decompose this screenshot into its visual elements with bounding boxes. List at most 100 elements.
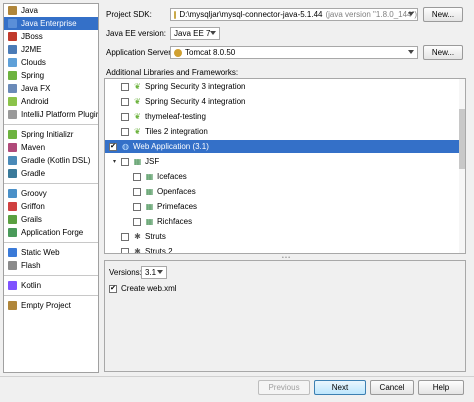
versions-label: Versions: xyxy=(109,268,142,277)
create-webxml-checkbox[interactable]: ✔ xyxy=(109,284,117,293)
framework-label: Openfaces xyxy=(157,187,196,196)
sidebar-separator xyxy=(4,180,98,184)
sidebar-item-label: Java FX xyxy=(21,84,51,93)
framework-checkbox[interactable] xyxy=(121,232,129,241)
framework-row-thymeleaf-testing[interactable]: ❦ thymeleaf-testing xyxy=(105,110,206,123)
versions-value: 3.1 xyxy=(145,268,157,277)
sidebar-item-label: J2ME xyxy=(21,45,42,54)
jsf-lib-icon: ▦ xyxy=(145,187,154,196)
sidebar-item-android[interactable]: Android xyxy=(4,95,98,108)
sidebar-item-java[interactable]: Java xyxy=(4,4,98,17)
javaee-version-label: Java EE version: xyxy=(106,29,167,38)
sidebar-item-label: Empty Project xyxy=(21,301,71,310)
framework-label: Web Application (3.1) xyxy=(133,142,209,151)
javaee-version-value: Java EE 7 xyxy=(174,29,211,38)
sidebar-item-grails[interactable]: Grails xyxy=(4,213,98,226)
framework-row-primefaces[interactable]: ▦ Primefaces xyxy=(105,200,197,213)
framework-label: Struts xyxy=(145,232,166,241)
previous-button[interactable]: Previous xyxy=(258,380,310,395)
sidebar-separator xyxy=(4,272,98,276)
sidebar-item-flash[interactable]: Flash xyxy=(4,259,98,272)
framework-label: JSF xyxy=(145,157,160,166)
framework-row-struts-2[interactable]: ✱ Struts 2 xyxy=(105,245,173,254)
framework-checkbox[interactable] xyxy=(121,82,129,91)
chevron-down-icon xyxy=(408,12,414,16)
sidebar-item-kotlin[interactable]: Kotlin xyxy=(4,279,98,292)
sidebar-item-static-web[interactable]: Static Web xyxy=(4,246,98,259)
sidebar-item-label: Android xyxy=(21,97,49,106)
sidebar-item-application-forge[interactable]: Application Forge xyxy=(4,226,98,239)
framework-checkbox[interactable] xyxy=(133,202,141,211)
framework-checkbox[interactable] xyxy=(133,187,141,196)
create-webxml-row[interactable]: ✔ Create web.xml xyxy=(109,284,177,293)
sidebar-item-groovy[interactable]: Groovy xyxy=(4,187,98,200)
tree-scrollbar-thumb[interactable] xyxy=(459,109,465,169)
sidebar-item-clouds[interactable]: Clouds xyxy=(4,56,98,69)
sidebar-item-gradle-kotlin-dsl[interactable]: Gradle (Kotlin DSL) xyxy=(4,154,98,167)
sidebar-item-gradle[interactable]: Gradle xyxy=(4,167,98,180)
versions-combo[interactable]: 3.1 xyxy=(141,266,167,279)
tree-scrollbar[interactable] xyxy=(459,79,465,253)
gradle-icon xyxy=(8,169,17,178)
framework-row-struts[interactable]: ✱ Struts xyxy=(105,230,166,243)
sidebar-item-java-fx[interactable]: Java FX xyxy=(4,82,98,95)
framework-label: Primefaces xyxy=(157,202,198,211)
framework-row-spring-security-3-integration[interactable]: ❦ Spring Security 3 integration xyxy=(105,80,246,93)
frameworks-tree[interactable]: ❦ Spring Security 3 integration ❦ Spring Se… xyxy=(104,78,466,254)
cloud-icon xyxy=(8,58,17,67)
framework-row-web-application-3-1[interactable]: ✔ ◍ Web Application (3.1) xyxy=(105,140,459,153)
tomcat-icon xyxy=(174,48,182,57)
spring-icon xyxy=(8,71,17,80)
help-button[interactable]: Help xyxy=(418,380,464,395)
struts-icon: ✱ xyxy=(134,247,141,254)
project-sdk-combo[interactable]: D:\mysqljar\mysql-connector-java-5.1.44 … xyxy=(170,8,418,21)
javaee-version-combo[interactable]: Java EE 7 xyxy=(170,27,220,40)
chevron-down-icon xyxy=(157,270,163,274)
framework-label: Spring Security 4 integration xyxy=(145,97,246,106)
framework-row-tiles-2-integration[interactable]: ❦ Tiles 2 integration xyxy=(105,125,208,138)
sidebar-item-jboss[interactable]: JBoss xyxy=(4,30,98,43)
framework-row-jsf[interactable]: ▾ ▦ JSF xyxy=(105,155,159,168)
framework-checkbox[interactable] xyxy=(121,127,129,136)
sidebar-item-java-enterprise[interactable]: Java Enterprise xyxy=(4,17,98,30)
sidebar-item-label: Gradle xyxy=(21,169,46,178)
sdk-version: (java version "1.8.0_144") xyxy=(325,10,417,19)
new-server-button[interactable]: New... xyxy=(423,45,463,60)
sidebar-item-spring-initializr[interactable]: Spring Initializr xyxy=(4,128,98,141)
sidebar-item-maven[interactable]: Maven xyxy=(4,141,98,154)
sidebar-item-label: Clouds xyxy=(21,58,46,67)
jsf-icon: ▦ xyxy=(133,157,142,166)
framework-row-richfaces[interactable]: ▦ Richfaces xyxy=(105,215,192,228)
folder-icon xyxy=(8,6,17,15)
framework-row-icefaces[interactable]: ▦ Icefaces xyxy=(105,170,187,183)
framework-checkbox[interactable]: ✔ xyxy=(109,142,117,151)
sidebar-item-j2me[interactable]: J2ME xyxy=(4,43,98,56)
sidebar-item-label: Grails xyxy=(21,215,42,224)
sidebar-item-label: Gradle (Kotlin DSL) xyxy=(21,156,91,165)
sidebar-item-spring[interactable]: Spring xyxy=(4,69,98,82)
framework-checkbox[interactable] xyxy=(133,217,141,226)
project-sdk-label: Project SDK: xyxy=(106,10,152,19)
framework-checkbox[interactable] xyxy=(121,112,129,121)
project-type-list[interactable]: Java Java Enterprise JBoss J2ME Clouds Spring… xyxy=(3,3,99,373)
framework-checkbox[interactable] xyxy=(133,172,141,181)
new-sdk-button[interactable]: New... xyxy=(423,7,463,22)
framework-checkbox[interactable] xyxy=(121,97,129,106)
empty-project-icon xyxy=(8,301,17,310)
framework-row-openfaces[interactable]: ▦ Openfaces xyxy=(105,185,196,198)
application-server-combo[interactable]: Tomcat 8.0.50 xyxy=(170,46,418,59)
sidebar-item-griffon[interactable]: Griffon xyxy=(4,200,98,213)
libraries-frameworks-label: Additional Libraries and Frameworks: xyxy=(106,68,239,77)
sidebar-separator xyxy=(4,239,98,243)
sidebar-item-intellij-platform-plugin[interactable]: IntelliJ Platform Plugin xyxy=(4,108,98,121)
framework-row-spring-security-4-integration[interactable]: ❦ Spring Security 4 integration xyxy=(105,95,246,108)
framework-checkbox[interactable] xyxy=(121,157,129,166)
jboss-icon xyxy=(8,32,17,41)
sidebar-item-empty-project[interactable]: Empty Project xyxy=(4,299,98,312)
expand-toggle-icon[interactable]: ▾ xyxy=(113,158,119,165)
footer-divider xyxy=(0,376,474,377)
next-button[interactable]: Next xyxy=(314,380,366,395)
cancel-button[interactable]: Cancel xyxy=(370,380,414,395)
sidebar-item-label: Spring xyxy=(21,71,45,80)
web-app-icon: ◍ xyxy=(122,142,129,151)
